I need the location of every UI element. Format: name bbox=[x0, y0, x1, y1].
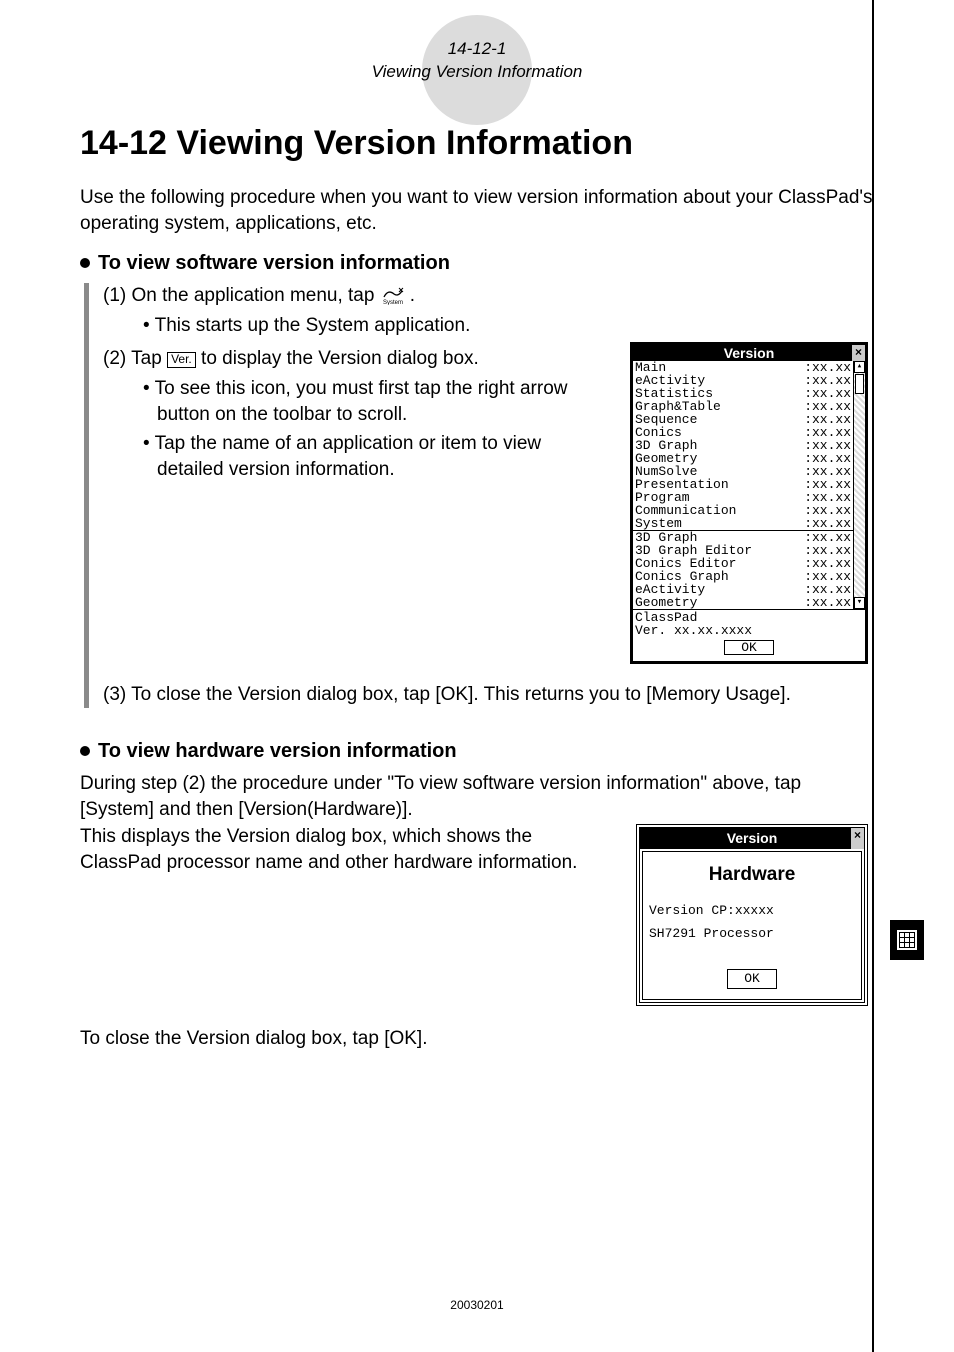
footer-line2: Ver. xx.xx.xxxx bbox=[635, 624, 863, 637]
hardware-heading-text: To view hardware version information bbox=[98, 740, 457, 762]
software-procedure: (1) On the application menu, tap System … bbox=[84, 283, 874, 708]
step1-sub: This starts up the System application. bbox=[143, 313, 874, 339]
version-dialog-list: Main:xx.xxeActivity:xx.xxStatistics:xx.x… bbox=[633, 361, 865, 609]
grid-icon bbox=[897, 930, 917, 950]
hardware-para1: During step (2) the procedure under "To … bbox=[80, 771, 874, 822]
hardware-version-dialog: Version × Hardware Version CP:xxxxx SH72… bbox=[636, 824, 868, 1005]
hw-line1: Version CP:xxxxx bbox=[649, 902, 855, 920]
app-name: Geometry bbox=[635, 596, 697, 609]
hw-dialog-titlebar: Version × bbox=[640, 828, 864, 849]
step2-prefix: (2) Tap bbox=[103, 348, 167, 369]
hw-dialog-title: Version bbox=[727, 830, 778, 846]
step2-sub2: Tap the name of an application or item t… bbox=[143, 431, 610, 482]
version-dialog-titlebar: Version × bbox=[633, 345, 865, 361]
hardware-heading: To view hardware version information bbox=[80, 738, 874, 765]
scrollbar[interactable]: ▴ ▾ bbox=[853, 361, 865, 609]
hw-subtitle: Hardware bbox=[649, 862, 855, 888]
hardware-closing: To close the Version dialog box, tap [OK… bbox=[80, 1026, 874, 1052]
bullet-icon bbox=[80, 746, 90, 756]
app-name: System bbox=[635, 517, 682, 530]
step1-suffix: . bbox=[410, 285, 415, 306]
header-section-code: 14-12-1 bbox=[80, 38, 874, 61]
version-dialog-footer: ClassPad Ver. xx.xx.xxxx OK bbox=[633, 609, 865, 661]
bullet-icon bbox=[80, 258, 90, 268]
hw-line2: SH7291 Processor bbox=[649, 925, 855, 943]
svg-text:System: System bbox=[383, 300, 403, 305]
step1-prefix: (1) On the application menu, tap bbox=[103, 285, 380, 306]
hardware-para2: This displays the Version dialog box, wh… bbox=[80, 824, 616, 875]
software-heading: To view software version information bbox=[80, 250, 874, 277]
ver-icon: Ver. bbox=[167, 352, 196, 367]
scroll-up-icon[interactable]: ▴ bbox=[854, 361, 865, 373]
close-icon[interactable]: × bbox=[850, 828, 864, 849]
ok-button[interactable]: OK bbox=[724, 640, 774, 655]
page-right-rule bbox=[872, 0, 874, 1352]
header-section-subtitle: Viewing Version Information bbox=[80, 61, 874, 84]
intro-paragraph: Use the following procedure when you wan… bbox=[80, 185, 874, 236]
app-version: :xx.xx bbox=[804, 596, 851, 609]
page-title: 14-12 Viewing Version Information bbox=[80, 124, 874, 163]
app-version: :xx.xx bbox=[804, 517, 851, 530]
ok-button[interactable]: OK bbox=[727, 969, 777, 989]
step2-sub1: To see this icon, you must first tap the… bbox=[143, 376, 610, 427]
system-app-icon: System bbox=[380, 285, 410, 305]
close-icon[interactable]: × bbox=[851, 345, 865, 361]
version-list-row[interactable]: System :xx.xx bbox=[633, 517, 853, 530]
software-step-2: (2) Tap Ver. to display the Version dial… bbox=[103, 346, 610, 372]
thumb-index-icon[interactable] bbox=[890, 920, 924, 960]
software-heading-text: To view software version information bbox=[98, 252, 450, 274]
software-step-1: (1) On the application menu, tap System … bbox=[103, 283, 874, 309]
software-step-3: (3) To close the Version dialog box, tap… bbox=[103, 682, 874, 708]
step2-suffix: to display the Version dialog box. bbox=[201, 348, 479, 369]
version-dialog-title: Version bbox=[724, 345, 775, 361]
footer-code: 20030201 bbox=[0, 1298, 954, 1312]
scroll-down-icon[interactable]: ▾ bbox=[854, 597, 865, 609]
version-dialog: Version × Main:xx.xxeActivity:xx.xxStati… bbox=[630, 342, 868, 664]
scroll-thumb[interactable] bbox=[855, 374, 864, 394]
version-list-row[interactable]: Geometry :xx.xx bbox=[633, 596, 853, 609]
header-badge: 14-12-1 Viewing Version Information bbox=[80, 30, 874, 84]
